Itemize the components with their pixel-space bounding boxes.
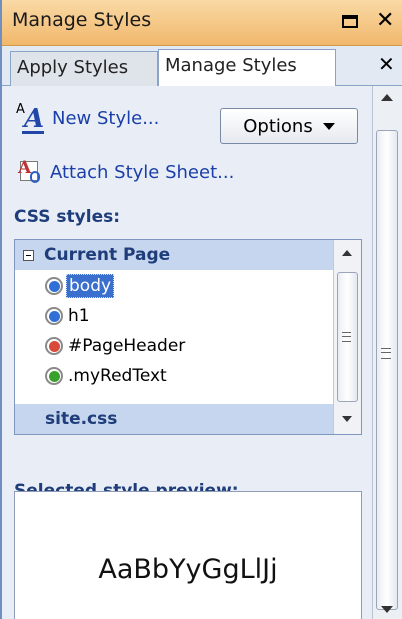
css-styles-list[interactable]: Current Page body h1 #PageHeader .myRedT…: [14, 239, 362, 435]
dropdown-arrow-icon: [322, 122, 335, 130]
panel-content: A A New Style... Options A Attach Style …: [2, 86, 370, 619]
new-style-label: New Style...: [52, 107, 160, 129]
group-current-page[interactable]: Current Page: [15, 240, 333, 270]
close-icon[interactable]: ✕: [376, 8, 394, 34]
tab-apply-styles[interactable]: Apply Styles: [10, 51, 158, 86]
options-button[interactable]: Options: [220, 108, 358, 144]
tab-manage-styles[interactable]: Manage Styles: [158, 49, 336, 87]
attach-style-sheet-label: Attach Style Sheet...: [50, 161, 235, 183]
scroll-down-icon[interactable]: [381, 606, 393, 613]
panel-title-bar[interactable]: Manage Styles ✕: [2, 0, 402, 46]
attach-style-sheet-icon: A: [16, 158, 42, 185]
manage-styles-panel: Manage Styles ✕ Apply Styles Manage Styl…: [0, 0, 402, 619]
style-preview-box: AaBbYyGgLlJj: [14, 491, 362, 619]
new-style-icon: A A: [16, 102, 45, 134]
style-dot-blue-icon: [45, 307, 63, 325]
tab-strip: Apply Styles Manage Styles ✕: [2, 46, 402, 87]
maximize-icon[interactable]: [342, 15, 358, 28]
style-dot-blue-icon: [45, 277, 63, 295]
list-scrollbar[interactable]: [333, 240, 361, 434]
grip-icon: [342, 332, 351, 342]
scroll-up-icon[interactable]: [342, 250, 352, 256]
preview-sample-text: AaBbYyGgLlJj: [98, 554, 278, 585]
options-label: Options: [243, 115, 313, 137]
new-style-link[interactable]: A A New Style...: [16, 102, 160, 134]
scroll-up-icon[interactable]: [381, 94, 393, 101]
panel-scrollbar[interactable]: [372, 86, 402, 619]
style-item-label: body: [66, 274, 115, 298]
style-dot-red-icon: [45, 337, 63, 355]
group-label: site.css: [45, 409, 118, 429]
scroll-down-icon[interactable]: [342, 416, 352, 422]
style-dot-green-icon: [45, 367, 63, 385]
list-item-body[interactable]: body: [45, 272, 115, 300]
list-item-pageheader[interactable]: #PageHeader: [45, 332, 187, 360]
style-item-label: h1: [68, 306, 90, 326]
group-site-css[interactable]: site.css: [15, 404, 333, 434]
style-item-label: #PageHeader: [68, 336, 186, 356]
collapse-icon[interactable]: [23, 249, 34, 261]
attach-style-sheet-link[interactable]: A Attach Style Sheet...: [16, 158, 234, 186]
css-styles-heading: CSS styles:: [14, 207, 121, 227]
grip-icon: [381, 348, 391, 359]
list-item-myredtext[interactable]: .myRedText: [45, 362, 169, 390]
group-label: Current Page: [44, 245, 171, 265]
close-tab-icon[interactable]: ✕: [378, 52, 395, 76]
scroll-thumb[interactable]: [376, 130, 398, 610]
list-item-h1[interactable]: h1: [45, 302, 92, 330]
panel-title: Manage Styles: [12, 9, 152, 31]
style-item-label: .myRedText: [68, 366, 167, 386]
